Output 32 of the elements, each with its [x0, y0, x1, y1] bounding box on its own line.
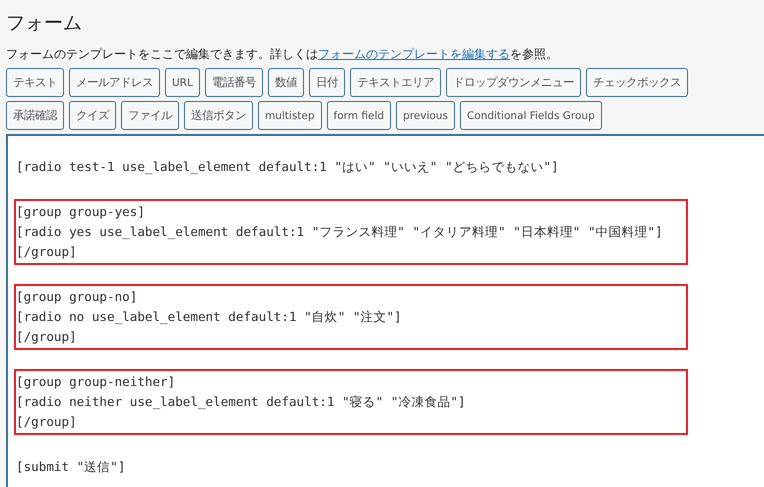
tag-button[interactable]: テキスト — [6, 68, 64, 97]
code-line: [radio test-1 use_label_element default:1 "はい" "いいえ" "どちらでもない"] — [16, 158, 560, 176]
tag-button[interactable]: テキストエリア — [350, 68, 441, 97]
code-line: [radio neither use_label_element default:1 "寝る" "冷凍食品"] — [16, 393, 467, 411]
tag-button[interactable]: 承諾確認 — [6, 101, 64, 130]
tag-button[interactable]: チェックボックス — [586, 68, 688, 97]
code-line: [/group] — [16, 328, 78, 346]
code-line: [radio yes use_label_element default:1 "フランス料理" "イタリア料理" "日本料理" "中国料理"] — [16, 223, 664, 241]
tag-button[interactable]: ファイル — [121, 101, 179, 130]
code-line: [/group] — [16, 413, 78, 431]
tag-button[interactable]: メールアドレス — [69, 68, 160, 97]
code-line: [group group-neither] — [16, 373, 176, 391]
tag-button[interactable]: previous — [396, 101, 455, 130]
tag-button[interactable]: multistep — [258, 101, 322, 130]
code-line: [group group-yes] — [16, 203, 146, 221]
tag-button[interactable]: 数値 — [268, 68, 304, 97]
tag-button[interactable]: クイズ — [69, 101, 116, 130]
tag-button[interactable]: ドロップダウンメニュー — [446, 68, 581, 97]
tag-button[interactable]: 電話番号 — [204, 68, 263, 97]
code-line: [radio no use_label_element default:1 "自炊" "注文"] — [16, 308, 403, 326]
tag-button[interactable]: Conditional Fields Group — [460, 101, 602, 130]
page-title: フォーム — [6, 11, 83, 36]
code-line: [/group] — [16, 243, 78, 261]
template-help-link[interactable]: フォームのテンプレートを編集する — [318, 47, 510, 61]
template-editor[interactable] — [6, 134, 764, 487]
tag-button[interactable]: form field — [326, 101, 392, 130]
code-line: [submit "送信"] — [16, 458, 126, 476]
code-line: [group group-no] — [16, 288, 138, 306]
tag-button[interactable]: 日付 — [308, 68, 345, 97]
tag-button[interactable]: URL — [165, 68, 200, 97]
tag-button[interactable]: 送信ボタン — [184, 101, 253, 130]
description-text: フォームのテンプレートをここで編集できます。詳しくはフォームのテンプレートを編集する を参照。 — [6, 46, 559, 63]
